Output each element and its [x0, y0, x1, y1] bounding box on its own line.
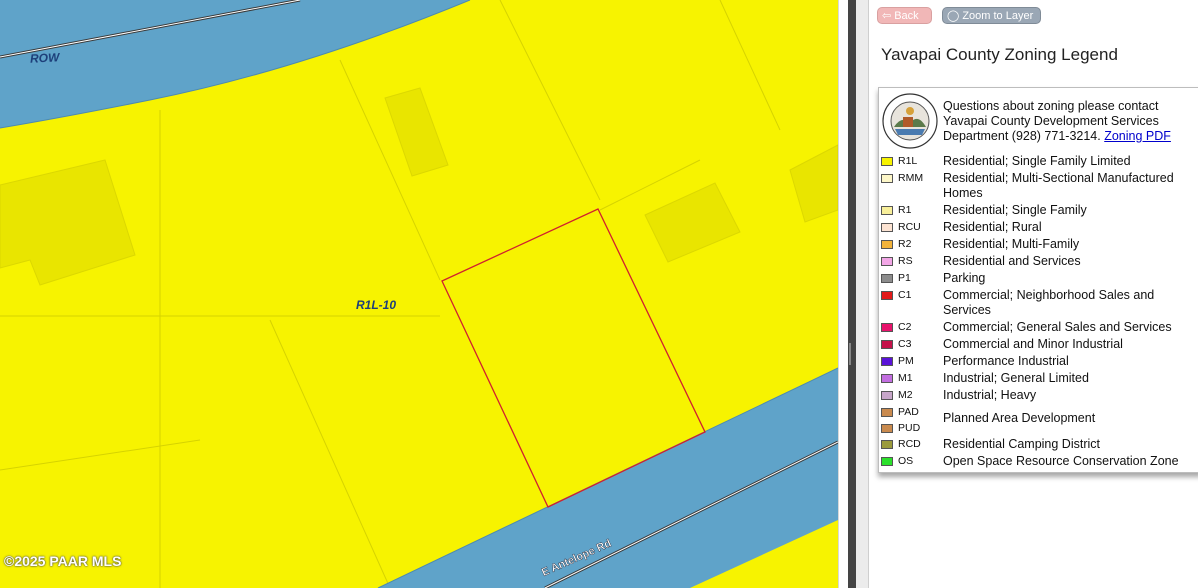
legend-code: OS	[898, 455, 914, 467]
map-canvas[interactable]	[0, 0, 838, 588]
legend-item-rcu: RCU Residential; Rural	[879, 220, 1198, 237]
legend-swatch	[881, 240, 893, 249]
legend-swatch	[881, 340, 893, 349]
zoom-circle-icon: ◯	[947, 10, 960, 22]
legend-item-c3: C3 Commercial and Minor Industrial	[879, 337, 1198, 354]
legend-description: Performance Industrial	[943, 354, 1069, 368]
legend-item-rcd: RCD Residential Camping District	[879, 437, 1198, 454]
legend-title: Yavapai County Zoning Legend	[881, 45, 1118, 64]
legend-description: Residential Camping District	[943, 437, 1101, 451]
back-button-label: Back	[894, 10, 919, 22]
building-footprints	[0, 87, 838, 286]
copyright-watermark: ©2025 PAAR MLS	[4, 553, 122, 569]
legend-code: PM	[898, 355, 914, 367]
legend-code: RMM	[898, 172, 924, 184]
legend-description: Commercial; General Sales and Services	[943, 320, 1172, 334]
legend-code: C3	[898, 338, 912, 350]
legend-code: R1	[898, 204, 912, 216]
legend-swatch	[881, 457, 893, 466]
legend-swatch	[881, 157, 893, 166]
legend-swatch	[881, 174, 893, 183]
legend-code: RCD	[898, 438, 921, 450]
legend-swatch	[881, 391, 893, 400]
legend-item-m1: M1 Industrial; General Limited	[879, 371, 1198, 388]
legend-code: PAD	[898, 406, 919, 418]
legend-swatch	[881, 374, 893, 383]
legend-swatch	[881, 357, 893, 366]
legend-item-r2: R2 Residential; Multi-Family	[879, 237, 1198, 254]
legend-code: R1L	[898, 155, 918, 167]
legend-code: M2	[898, 389, 913, 401]
legend-item-pud: PUD Planned Area Development	[879, 411, 1198, 437]
panel-edge	[856, 0, 869, 588]
legend-description: Residential; Single Family	[943, 203, 1087, 217]
legend-description: Residential; Multi-Sectional Manufacture…	[943, 171, 1174, 200]
legend-list: R1L Residential; Single Family Limited RMM…	[879, 154, 1198, 471]
legend-item-c1: C1 Commercial; Neighborhood Sales and Ser…	[879, 288, 1198, 320]
legend-code: M1	[898, 372, 913, 384]
legend-description: Open Space Resource Conservation Zone	[943, 454, 1179, 468]
legend-swatch	[881, 440, 893, 449]
legend-description: Residential; Rural	[943, 220, 1042, 234]
county-seal-icon	[882, 93, 938, 149]
zone-label: R1L-10	[356, 298, 397, 312]
legend-description: Residential; Single Family Limited	[943, 154, 1131, 168]
zoom-to-layer-button[interactable]: ◯ Zoom to Layer	[942, 7, 1041, 24]
legend-swatch	[881, 257, 893, 266]
legend-item-rmm: RMM Residential; Multi-Sectional Manufact…	[879, 171, 1198, 203]
legend-description: Industrial; Heavy	[943, 388, 1037, 402]
splitter-grip[interactable]	[849, 343, 851, 365]
legend-description: Commercial and Minor Industrial	[943, 337, 1123, 351]
legend-item-os: OS Open Space Resource Conservation Zone	[879, 454, 1198, 471]
legend-panel: ⇦ Back ◯ Zoom to Layer Yavapai County Zoni…	[869, 0, 1198, 588]
legend-item-r1l: R1L Residential; Single Family Limited	[879, 154, 1198, 171]
legend-code: R2	[898, 238, 912, 250]
legend-description: Residential and Services	[943, 254, 1081, 268]
contact-info: Questions about zoning please contact Ya…	[943, 99, 1193, 144]
legend-item-m2: M2 Industrial; Heavy	[879, 388, 1198, 405]
legend-code: C1	[898, 289, 912, 301]
legend-item-c2: C2 Commercial; General Sales and Services	[879, 320, 1198, 337]
legend-swatch	[881, 206, 893, 215]
legend-code: C2	[898, 321, 912, 333]
panel-splitter[interactable]	[848, 0, 856, 588]
legend-description: Industrial; General Limited	[943, 371, 1089, 385]
legend-box: Questions about zoning please contact Ya…	[878, 87, 1198, 473]
legend-description: Parking	[943, 271, 986, 285]
legend-swatch	[881, 223, 893, 232]
legend-item-pm: PM Performance Industrial	[879, 354, 1198, 371]
zoom-button-label: Zoom to Layer	[962, 10, 1034, 22]
legend-code: P1	[898, 272, 911, 284]
legend-swatch	[881, 408, 893, 417]
zoning-pdf-link[interactable]: Zoning PDF	[1104, 129, 1171, 143]
legend-swatch	[881, 274, 893, 283]
legend-description: Residential; Multi-Family	[943, 237, 1080, 251]
legend-swatch	[881, 424, 893, 433]
legend-item-p1: P1 Parking	[879, 271, 1198, 288]
legend-code: RS	[898, 255, 913, 267]
zoning-map[interactable]: ROW R1L-10 E Antelope Rd ©2025 PAAR MLS	[0, 0, 838, 588]
legend-code: RCU	[898, 221, 921, 233]
legend-description: Planned Area Development	[943, 411, 1096, 425]
back-button[interactable]: ⇦ Back	[877, 7, 932, 24]
back-arrow-icon: ⇦	[882, 10, 892, 22]
legend-swatch	[881, 323, 893, 332]
legend-description: Commercial; Neighborhood Sales and Servi…	[943, 288, 1155, 317]
legend-item-r1: R1 Residential; Single Family	[879, 203, 1198, 220]
row-label: ROW	[29, 50, 60, 66]
legend-code: PUD	[898, 422, 921, 434]
legend-item-rs: RS Residential and Services	[879, 254, 1198, 271]
legend-swatch	[881, 291, 893, 300]
